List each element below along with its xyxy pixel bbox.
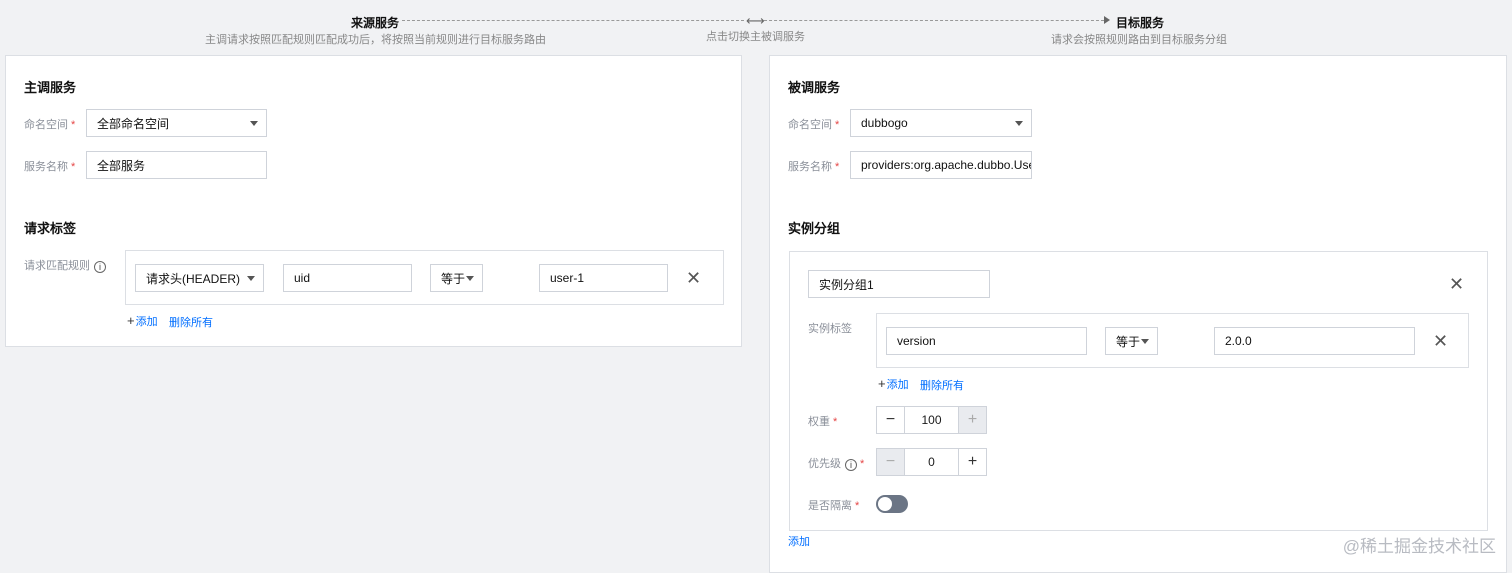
add-group-button[interactable]: 添加	[788, 533, 810, 549]
flow-line-right	[764, 20, 1104, 21]
caller-service-panel: 主调服务 命名空间 * 全部命名空间 服务名称 * 全部服务 请求标签 请求匹配规则…	[5, 55, 742, 347]
swap-desc[interactable]: 点击切换主被调服务	[706, 28, 805, 44]
close-icon[interactable]: ✕	[1449, 275, 1464, 293]
delete-all-rules-button[interactable]: 删除所有	[169, 314, 213, 330]
watermark: @稀土掘金技术社区	[1342, 537, 1496, 556]
minus-icon[interactable]: −	[877, 407, 904, 433]
info-icon[interactable]: i	[845, 459, 857, 471]
target-service-desc: 请求会按照规则路由到目标服务分组	[1051, 34, 1227, 46]
chevron-down-icon	[250, 121, 258, 126]
namespace-label: 命名空间 *	[24, 119, 76, 131]
weight-value[interactable]: 100	[904, 407, 959, 433]
add-tag-button[interactable]: +添加	[878, 376, 909, 392]
rule-type-select[interactable]: 请求头(HEADER)	[135, 264, 264, 292]
tag-key-input[interactable]: version	[886, 327, 1087, 355]
routing-flow: 来源服务 主调请求按照匹配规则匹配成功后，将按照当前规则进行目标服务路由 ⟷ 点…	[0, 0, 1512, 56]
namespace-select[interactable]: 全部命名空间	[86, 109, 267, 137]
delete-all-tags-button[interactable]: 删除所有	[920, 377, 964, 393]
instance-group-card: 实例分组1 ✕ 实例标签 version 等于 2.0.0 ✕ +添加 删除所有…	[789, 251, 1488, 531]
swap-arrows-icon[interactable]: ⟷	[746, 13, 765, 29]
plus-icon: +	[127, 313, 135, 328]
chevron-down-icon	[247, 276, 255, 281]
plus-icon[interactable]: +	[959, 407, 986, 433]
toggle-knob	[878, 497, 892, 511]
namespace-select[interactable]: dubbogo	[850, 109, 1032, 137]
source-service-desc: 主调请求按照匹配规则匹配成功后，将按照当前规则进行目标服务路由	[205, 34, 546, 46]
match-rule-label: 请求匹配规则 i	[24, 257, 106, 273]
isolate-toggle[interactable]	[876, 495, 908, 513]
plus-icon: +	[878, 376, 886, 391]
service-name-label: 服务名称 *	[24, 161, 76, 173]
arrow-right-icon	[1104, 16, 1110, 24]
weight-label: 权重 *	[808, 416, 838, 428]
rule-operator-select[interactable]: 等于	[430, 264, 483, 292]
required-mark: *	[71, 119, 76, 131]
callee-service-title: 被调服务	[788, 80, 841, 95]
source-service-title: 来源服务	[351, 16, 400, 30]
weight-stepper[interactable]: − 100 +	[876, 406, 987, 434]
callee-service-panel: 被调服务 命名空间 * dubbogo 服务名称 * providers:org.a…	[769, 55, 1507, 573]
service-name-select[interactable]: providers:org.apache.dubbo.User	[850, 151, 1032, 179]
namespace-label: 命名空间 *	[788, 119, 840, 131]
service-name-select[interactable]: 全部服务	[86, 151, 267, 179]
request-tags-title: 请求标签	[24, 221, 77, 236]
priority-label: 优先级 i *	[808, 458, 865, 471]
isolate-label: 是否隔离 *	[808, 500, 860, 512]
tag-row-container: version 等于 2.0.0 ✕	[876, 313, 1469, 368]
service-name-label: 服务名称 *	[788, 161, 840, 173]
target-service-title: 目标服务	[1116, 16, 1165, 30]
instance-tag-label: 实例标签	[808, 323, 852, 335]
info-icon[interactable]: i	[94, 261, 106, 273]
close-icon[interactable]: ✕	[686, 269, 701, 287]
namespace-select-value: 全部命名空间	[97, 116, 170, 131]
close-icon[interactable]: ✕	[1433, 332, 1448, 350]
caller-service-title: 主调服务	[24, 80, 77, 95]
priority-value[interactable]: 0	[904, 449, 959, 475]
chevron-down-icon	[1015, 121, 1023, 126]
rule-value-input[interactable]: user-1	[539, 264, 668, 292]
rule-row-container: 请求头(HEADER) uid 等于 user-1 ✕	[125, 250, 724, 305]
rule-key-input[interactable]: uid	[283, 264, 412, 292]
flow-line-left	[402, 20, 744, 21]
add-rule-button[interactable]: +添加	[127, 313, 158, 329]
chevron-down-icon	[466, 276, 474, 281]
instance-group-title: 实例分组	[788, 221, 841, 236]
group-name-input[interactable]: 实例分组1	[808, 270, 990, 298]
minus-icon[interactable]: −	[877, 449, 904, 475]
priority-stepper[interactable]: − 0 +	[876, 448, 987, 476]
tag-operator-select[interactable]: 等于	[1105, 327, 1158, 355]
tag-value-input[interactable]: 2.0.0	[1214, 327, 1415, 355]
plus-icon[interactable]: +	[959, 449, 986, 475]
chevron-down-icon	[1141, 339, 1149, 344]
